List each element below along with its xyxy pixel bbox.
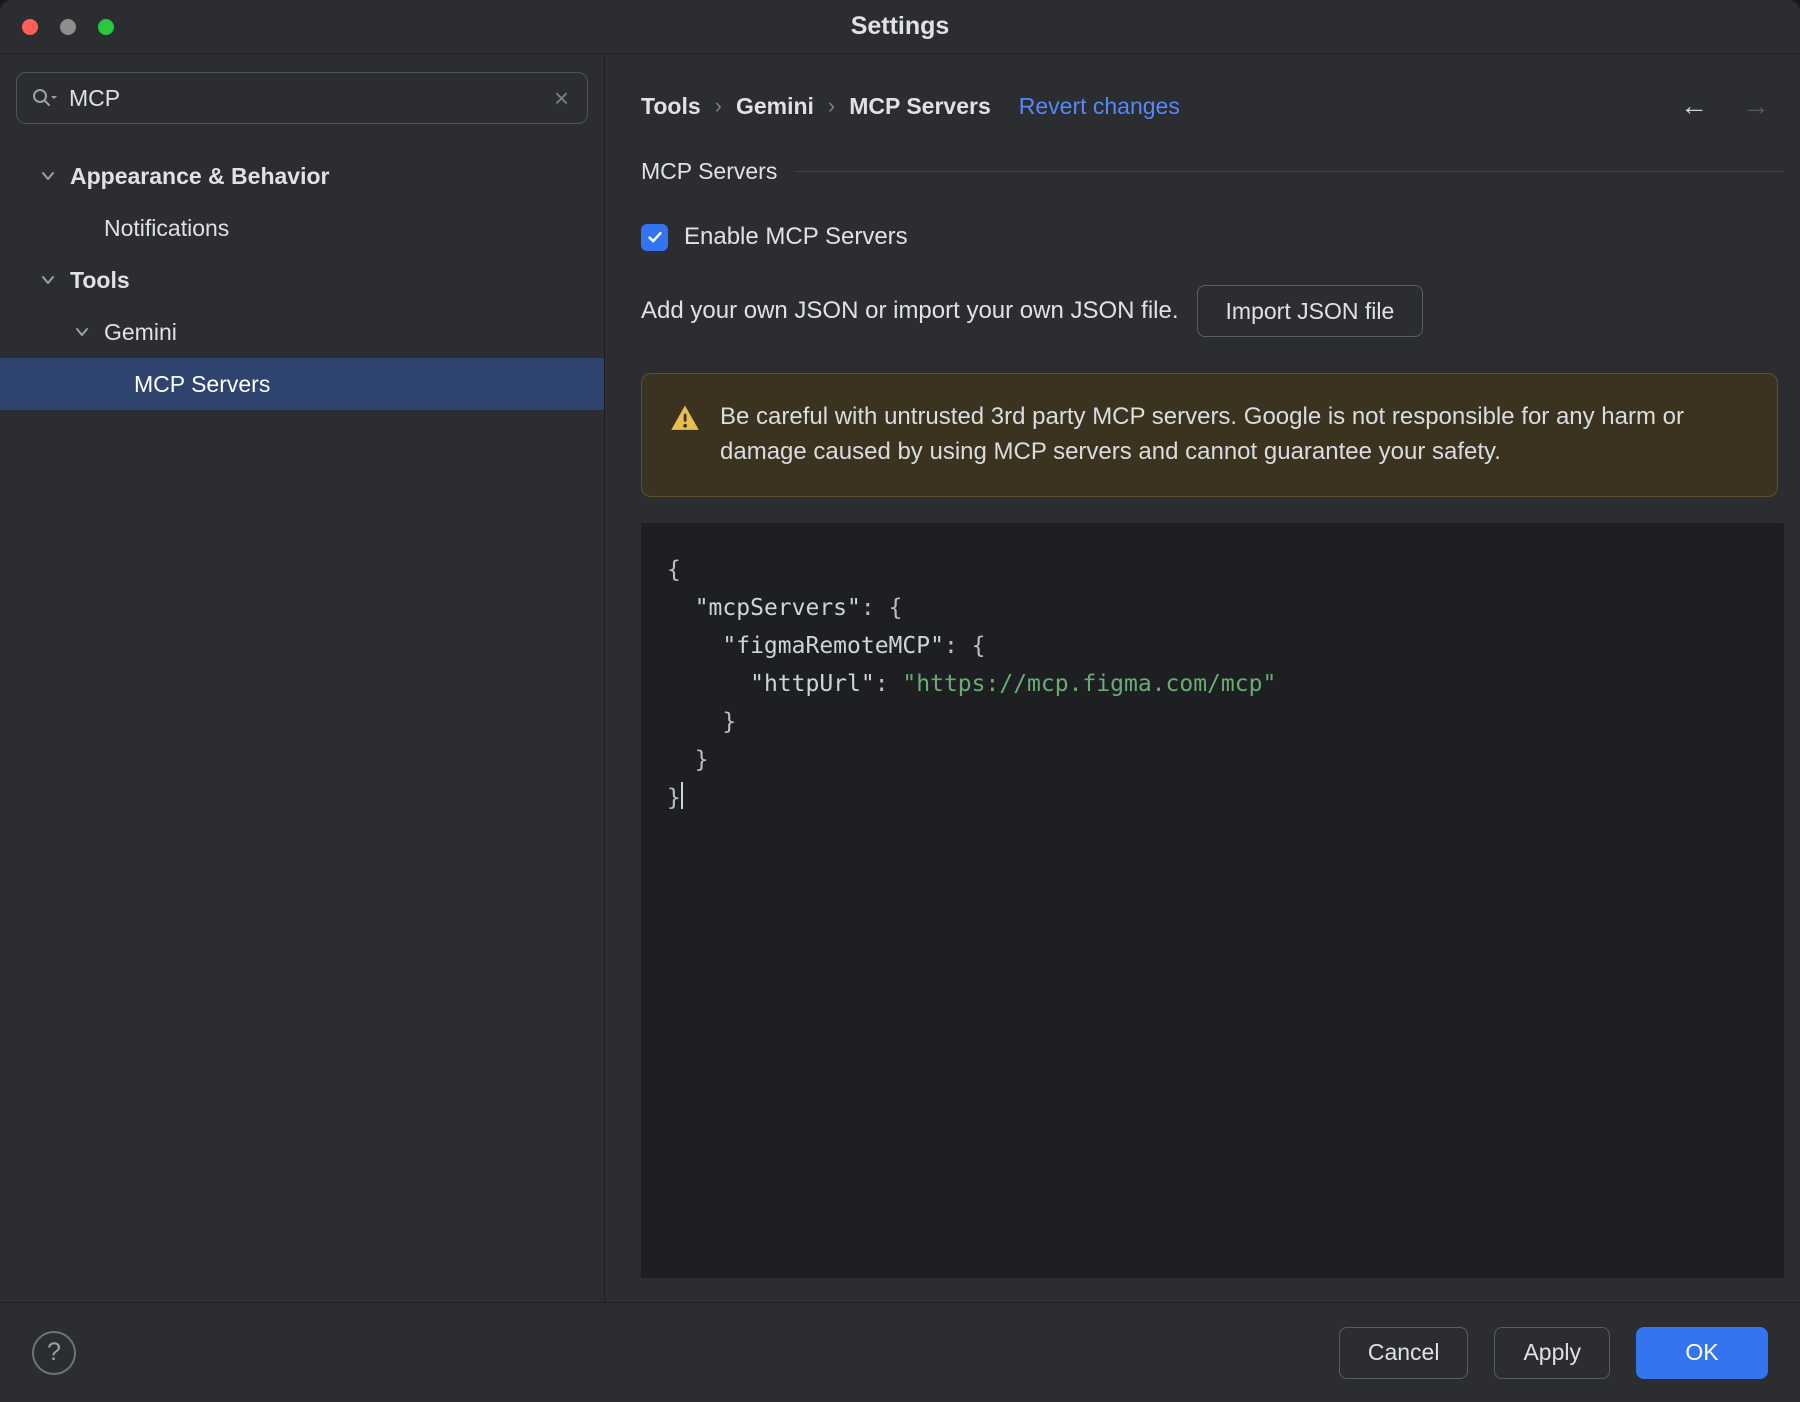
help-icon: ? bbox=[47, 1338, 61, 1366]
cancel-button[interactable]: Cancel bbox=[1338, 1326, 1469, 1379]
sidebar-item-label: Gemini bbox=[104, 318, 177, 345]
forward-arrow-icon: → bbox=[1742, 90, 1770, 121]
sidebar-item-label: Appearance & Behavior bbox=[70, 162, 330, 189]
clear-search-icon[interactable]: × bbox=[550, 85, 573, 111]
sidebar-item-mcp-servers[interactable]: MCP Servers bbox=[0, 358, 604, 410]
sidebar-item-tools[interactable]: Tools bbox=[0, 254, 604, 306]
checkmark-icon bbox=[647, 231, 662, 243]
search-input[interactable] bbox=[69, 84, 550, 112]
json-editor[interactable]: { "mcpServers": { "figmaRemoteMCP": { "h… bbox=[641, 522, 1784, 1278]
footer-buttons: Cancel Apply OK bbox=[1338, 1326, 1768, 1379]
enable-mcp-checkbox[interactable] bbox=[641, 223, 668, 251]
section-header: MCP Servers bbox=[641, 158, 1784, 185]
section-divider bbox=[795, 171, 1784, 172]
chevron-down-icon[interactable] bbox=[38, 270, 58, 290]
ok-button[interactable]: OK bbox=[1636, 1326, 1768, 1379]
breadcrumb-separator: › bbox=[827, 93, 836, 118]
content-pane: Tools › Gemini › MCP Servers Revert chan… bbox=[605, 54, 1800, 1302]
enable-mcp-row: Enable MCP Servers bbox=[641, 223, 1784, 251]
breadcrumb: Tools › Gemini › MCP Servers Revert chan… bbox=[641, 90, 1784, 122]
sidebar-item-label: Tools bbox=[70, 266, 130, 293]
chevron-down-icon[interactable] bbox=[38, 166, 58, 186]
sidebar-item-label: Notifications bbox=[104, 214, 230, 241]
breadcrumb-item-gemini[interactable]: Gemini bbox=[736, 93, 814, 120]
sidebar-item-notifications[interactable]: Notifications bbox=[0, 202, 604, 254]
search-icon bbox=[33, 89, 57, 106]
import-row: Add your own JSON or import your own JSO… bbox=[641, 285, 1784, 337]
minimize-button[interactable] bbox=[60, 18, 76, 35]
back-arrow-icon[interactable]: ← bbox=[1680, 90, 1708, 122]
window-title: Settings bbox=[850, 12, 950, 40]
chevron-down-icon[interactable] bbox=[72, 322, 92, 342]
warning-banner: Be careful with untrusted 3rd party MCP … bbox=[641, 373, 1778, 497]
close-button[interactable] bbox=[22, 18, 38, 35]
footer-bar: ? Cancel Apply OK bbox=[0, 1302, 1800, 1402]
traffic-lights bbox=[22, 0, 114, 53]
warning-text: Be careful with untrusted 3rd party MCP … bbox=[720, 403, 1684, 465]
import-json-button[interactable]: Import JSON file bbox=[1196, 285, 1424, 337]
sidebar-item-label: MCP Servers bbox=[134, 370, 271, 397]
apply-button[interactable]: Apply bbox=[1494, 1326, 1610, 1379]
import-instruction-text: Add your own JSON or import your own JSO… bbox=[641, 297, 1179, 324]
history-nav: ← → bbox=[1680, 90, 1770, 122]
section-title: MCP Servers bbox=[641, 158, 778, 184]
enable-mcp-label: Enable MCP Servers bbox=[684, 223, 908, 250]
code-area: { "mcpServers": { "figmaRemoteMCP": { "h… bbox=[667, 556, 1277, 811]
breadcrumb-separator: › bbox=[714, 93, 722, 118]
breadcrumb-item-mcp-servers: MCP Servers bbox=[849, 92, 991, 119]
settings-window: Settings × Appearance & Behavior bbox=[0, 0, 1800, 1402]
zoom-button[interactable] bbox=[98, 18, 114, 35]
help-button[interactable]: ? bbox=[32, 1330, 76, 1375]
main-area: × Appearance & Behavior Notifications To bbox=[0, 54, 1800, 1302]
warning-icon bbox=[671, 405, 699, 430]
sidebar: × Appearance & Behavior Notifications To bbox=[0, 54, 605, 1302]
breadcrumb-item-tools[interactable]: Tools bbox=[641, 93, 701, 120]
settings-search-box[interactable]: × bbox=[16, 72, 588, 124]
revert-changes-link[interactable]: Revert changes bbox=[1019, 93, 1180, 120]
sidebar-item-gemini[interactable]: Gemini bbox=[0, 306, 604, 358]
sidebar-item-appearance-behavior[interactable]: Appearance & Behavior bbox=[0, 150, 604, 202]
settings-tree: Appearance & Behavior Notifications Tool… bbox=[0, 150, 604, 410]
titlebar: Settings bbox=[0, 0, 1800, 54]
